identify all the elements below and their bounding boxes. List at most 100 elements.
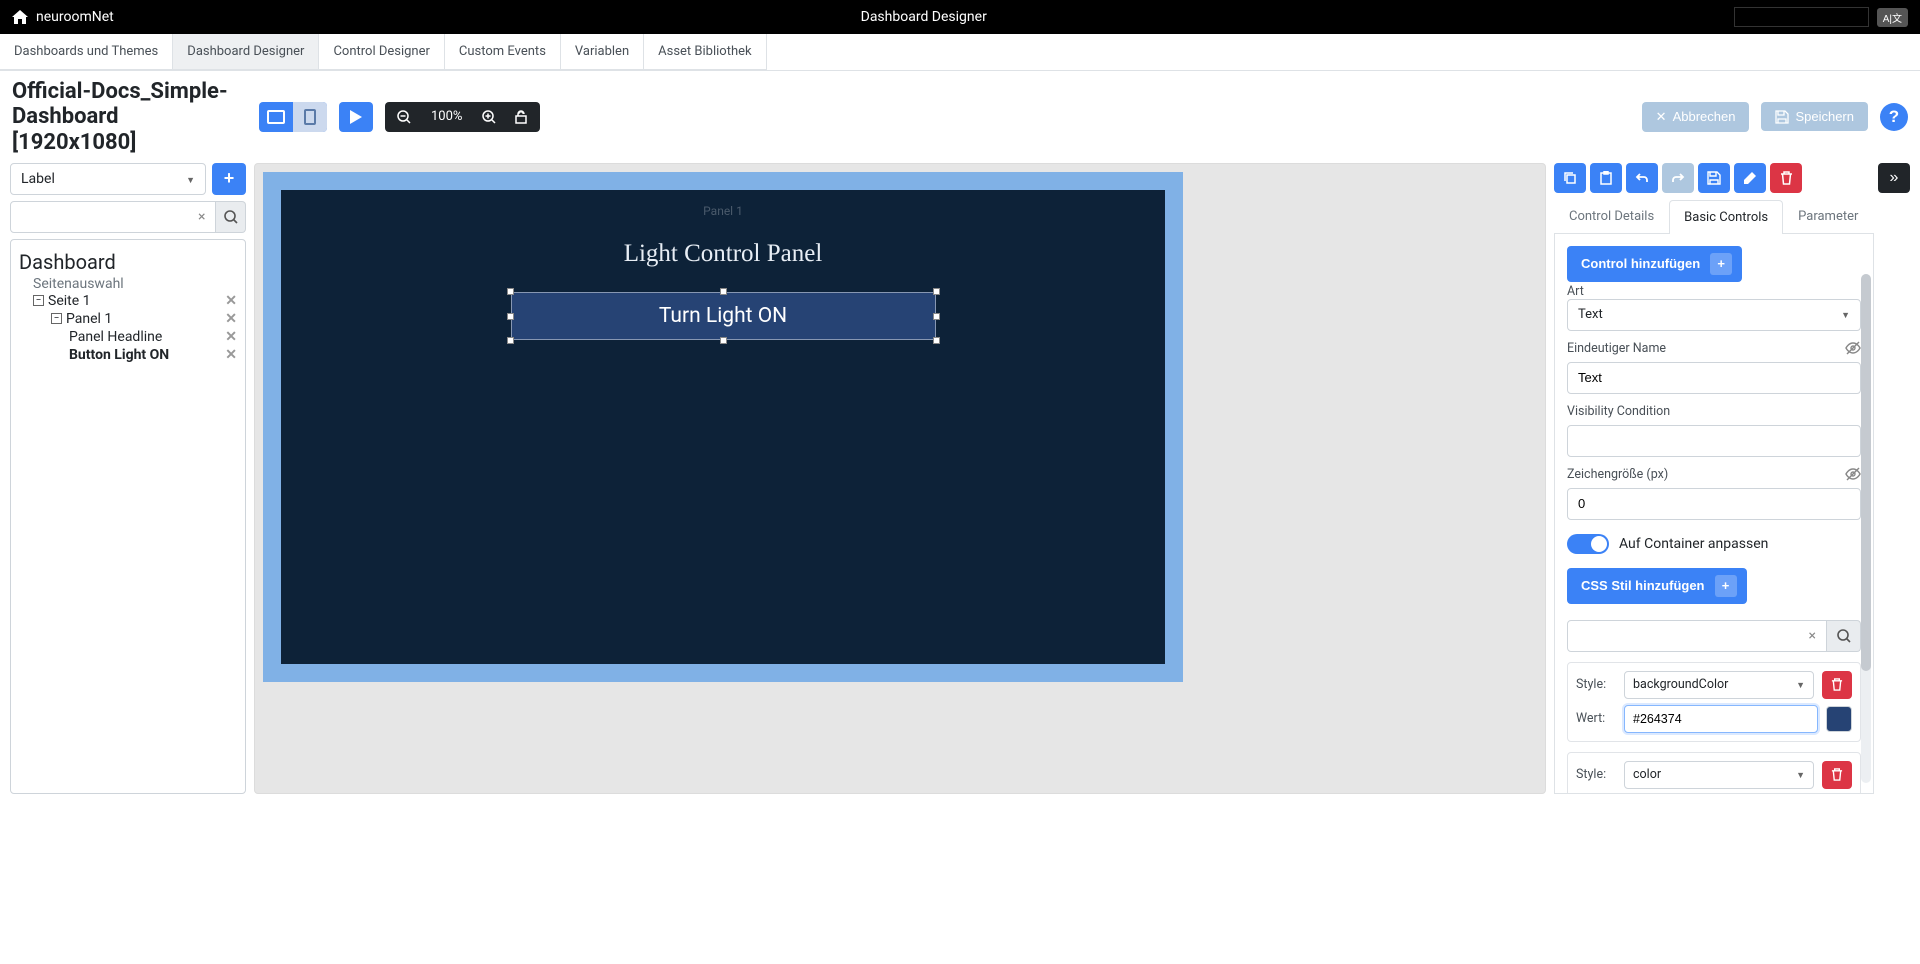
add-control-label: Control hinzufügen [1581, 256, 1700, 271]
preview-play-button[interactable] [339, 102, 373, 132]
tab-control-designer[interactable]: Control Designer [319, 34, 444, 70]
resize-handle-tl[interactable] [507, 288, 514, 295]
tab-custom-events[interactable]: Custom Events [445, 34, 561, 70]
tree-search-button[interactable] [216, 201, 246, 233]
size-input[interactable] [1567, 488, 1861, 520]
orientation-landscape-button[interactable] [259, 102, 293, 132]
save-element-button[interactable] [1698, 163, 1730, 193]
zoom-value: 100% [421, 109, 472, 124]
props-scrollbar[interactable] [1861, 274, 1871, 783]
tree-toggle-icon[interactable]: − [51, 313, 62, 324]
clear-search-icon[interactable]: × [194, 209, 209, 225]
save-button[interactable]: Speichern [1761, 102, 1868, 131]
add-element-button[interactable]: + [212, 163, 246, 195]
tree-delete-icon[interactable]: ✕ [225, 311, 237, 327]
dashboard-title: Official-Docs_Simple-Dashboard [1920x108… [12, 79, 247, 155]
canvas-area[interactable]: Panel 1 Light Control Panel Turn Light O… [254, 163, 1546, 794]
tab-variablen[interactable]: Variablen [561, 34, 644, 70]
element-type-select[interactable]: Label [10, 163, 206, 195]
resize-handle-bl[interactable] [507, 337, 514, 344]
orientation-group [259, 102, 327, 132]
tree-delete-icon[interactable]: ✕ [225, 293, 237, 309]
css-search-button[interactable] [1827, 620, 1861, 652]
css-style-block: Style:backgroundColorWert: [1567, 662, 1861, 742]
resize-handle-tr[interactable] [933, 288, 940, 295]
paste-button[interactable] [1590, 163, 1622, 193]
resize-handle-ml[interactable] [507, 313, 514, 320]
cancel-button[interactable]: ✕ Abbrechen [1642, 102, 1750, 132]
tab-dashboard-designer[interactable]: Dashboard Designer [173, 34, 319, 70]
panel-headline[interactable]: Light Control Panel [281, 240, 1165, 268]
tree-item[interactable]: Panel Headline✕ [19, 328, 237, 346]
undo-button[interactable] [1626, 163, 1658, 193]
style-property-select[interactable]: color [1624, 761, 1814, 789]
css-search-input[interactable] [1574, 628, 1805, 643]
cancel-label: Abbrechen [1673, 109, 1736, 124]
art-select[interactable]: Text [1567, 299, 1861, 331]
clear-css-search-icon[interactable]: × [1805, 628, 1820, 644]
page-title: Dashboard Designer [114, 9, 1734, 25]
selected-element[interactable]: Turn Light ON [511, 292, 936, 340]
resize-handle-bm[interactable] [720, 337, 727, 344]
fit-container-toggle[interactable] [1567, 534, 1609, 554]
home-icon[interactable] [12, 10, 28, 24]
chevron-down-icon [1796, 767, 1805, 782]
visibility-input[interactable] [1567, 425, 1861, 457]
delete-style-button[interactable] [1822, 671, 1852, 699]
props-scroll-thumb[interactable] [1861, 274, 1871, 671]
zoom-out-button[interactable] [389, 103, 419, 131]
tab-control-details[interactable]: Control Details [1554, 199, 1669, 233]
tree-root-label[interactable]: Dashboard [19, 250, 237, 274]
collapse-panel-button[interactable]: » [1878, 163, 1910, 193]
tree-item[interactable]: −Seite 1✕ [19, 292, 237, 310]
keyboard-layout-button[interactable]: A|文 [1877, 8, 1908, 27]
color-swatch[interactable] [1826, 706, 1852, 732]
add-css-label: CSS Stil hinzufügen [1581, 578, 1705, 593]
css-style-block: Style:colorWert: [1567, 752, 1861, 794]
resize-handle-tm[interactable] [720, 288, 727, 295]
tab-basic-controls[interactable]: Basic Controls [1669, 200, 1783, 234]
zoom-in-button[interactable] [474, 103, 504, 131]
add-control-button[interactable]: Control hinzufügen + [1567, 246, 1742, 282]
style-value-input[interactable] [1624, 705, 1818, 733]
tree-item[interactable]: Button Light ON ✕ [19, 346, 237, 364]
name-input[interactable] [1567, 362, 1861, 394]
resize-handle-br[interactable] [933, 337, 940, 344]
visibility-off-icon[interactable] [1845, 341, 1861, 355]
resize-handle-mr[interactable] [933, 313, 940, 320]
orientation-portrait-button[interactable] [293, 102, 327, 132]
canvas-page[interactable]: Panel 1 Light Control Panel Turn Light O… [263, 172, 1183, 682]
tab-parameter[interactable]: Parameter [1783, 199, 1873, 233]
main-tabs: Dashboards und Themes Dashboard Designer… [0, 34, 1920, 71]
visibility-label: Visibility Condition [1567, 404, 1670, 419]
tree-delete-icon[interactable]: ✕ [225, 329, 237, 345]
copy-button[interactable] [1554, 163, 1586, 193]
add-css-button[interactable]: CSS Stil hinzufügen + [1567, 568, 1747, 604]
help-button[interactable]: ? [1880, 103, 1908, 131]
toolbar-row: Official-Docs_Simple-Dashboard [1920x108… [0, 71, 1920, 163]
visibility-off-icon[interactable] [1845, 467, 1861, 481]
delete-style-button[interactable] [1822, 761, 1852, 789]
tree-toggle-icon[interactable]: − [33, 295, 44, 306]
redo-button[interactable] [1662, 163, 1694, 193]
style-property-select[interactable]: backgroundColor [1624, 671, 1814, 699]
wert-label: Wert: [1576, 711, 1616, 726]
properties-scroll[interactable]: Control hinzufügen + Art Text Eindeutige… [1554, 234, 1874, 794]
brand-label: neuroomNet [36, 9, 114, 25]
tree-sub-label[interactable]: Seitenauswahl [19, 276, 237, 292]
name-label: Eindeutiger Name [1567, 341, 1666, 356]
tree-delete-icon[interactable]: ✕ [225, 347, 237, 363]
panel-title-label: Panel 1 [281, 204, 1165, 218]
tab-asset-bibliothek[interactable]: Asset Bibliothek [644, 34, 766, 70]
edit-button[interactable] [1734, 163, 1766, 193]
light-on-button[interactable]: Turn Light ON [511, 292, 936, 340]
tree-search-input[interactable] [17, 209, 194, 224]
tree-item[interactable]: −Panel 1✕ [19, 310, 237, 328]
tab-dashboards-themes[interactable]: Dashboards und Themes [0, 34, 173, 70]
chevron-down-icon [186, 171, 195, 187]
delete-button[interactable] [1770, 163, 1802, 193]
tree-item-label: Button Light ON [69, 347, 169, 363]
zoom-lock-button[interactable] [506, 103, 536, 131]
chevron-down-icon [1796, 677, 1805, 692]
canvas-panel[interactable]: Panel 1 Light Control Panel Turn Light O… [281, 190, 1165, 664]
